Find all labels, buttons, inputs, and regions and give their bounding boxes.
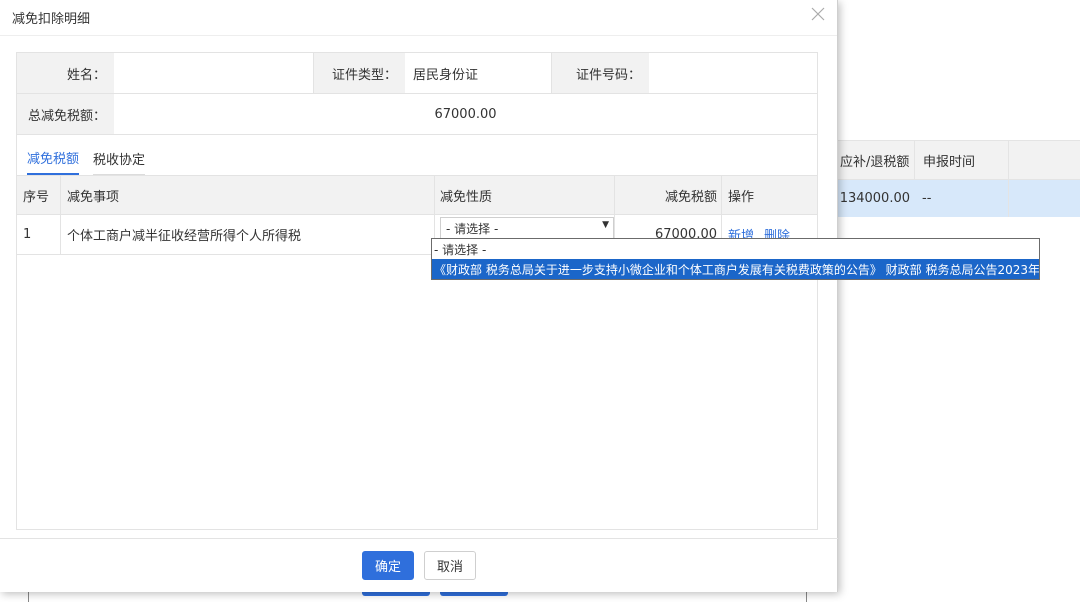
taxpayer-info-row: 姓名： 证件类型： 居民身份证 证件号码：: [17, 53, 817, 94]
dropdown-option-placeholder[interactable]: - 请选择 -: [432, 239, 1039, 259]
tab-exemption-amount[interactable]: 减免税额: [27, 148, 80, 175]
tab-bar: 减免税额 税收协定: [17, 135, 817, 175]
id-no-value: [649, 53, 817, 93]
modal-content: 姓名： 证件类型： 居民身份证 证件号码： 总减免税额： 67000.00 减免…: [16, 52, 818, 530]
cancel-button[interactable]: 取消: [424, 551, 476, 580]
header-op: 操作: [721, 176, 817, 214]
background-table: 应补/退税额 申报时间 134000.00 --: [820, 140, 1080, 217]
header-amount: 减免税额: [614, 176, 721, 214]
exemption-type-select[interactable]: - 请选择 - ▼: [440, 217, 614, 239]
row-no: 1: [23, 227, 32, 242]
id-no-label: 证件号码：: [551, 53, 649, 93]
modal-title: 减免扣除明细: [12, 12, 91, 27]
chevron-down-icon: ▼: [602, 220, 609, 230]
total-info-row: 总减免税额： 67000.00: [17, 94, 817, 135]
header-no: 序号: [23, 189, 50, 205]
select-value: - 请选择 -: [446, 221, 499, 236]
dropdown-option-policy[interactable]: 《财政部 税务总局关于进一步支持小微企业和个体工商户发展有关税费政策的公告》 财…: [432, 259, 1039, 279]
background-cell-date: --: [922, 191, 932, 206]
close-icon-glyph: [811, 7, 825, 21]
total-label: 总减免税额：: [17, 94, 114, 134]
header-item: 减免事项: [60, 176, 434, 214]
background-table-header: 应补/退税额 申报时间: [820, 140, 1080, 180]
modal-footer: 确定 取消: [0, 538, 838, 592]
name-label: 姓名：: [17, 53, 114, 93]
modal-header: 减免扣除明细: [0, 0, 837, 36]
row-item: 个体工商户减半征收经营所得个人所得税: [60, 215, 434, 254]
name-value: [114, 53, 313, 93]
exemption-type-dropdown: - 请选择 - 《财政部 税务总局关于进一步支持小微企业和个体工商户发展有关税费…: [431, 238, 1040, 280]
total-value: 67000.00: [434, 106, 497, 122]
tab-tax-treaty[interactable]: 税收协定: [93, 149, 146, 175]
close-icon[interactable]: [811, 6, 825, 26]
background-cell-empty: [1008, 180, 1080, 217]
background-header-empty: [1008, 141, 1080, 179]
confirm-button[interactable]: 确定: [362, 551, 414, 580]
deduction-detail-modal: 减免扣除明细 姓名： 证件类型： 居民身份证 证件号码： 总减免税额： 6700…: [0, 0, 838, 592]
background-header-date: 申报时间: [914, 141, 1008, 179]
grid-header: 序号 减免事项 减免性质 减免税额 操作: [17, 175, 817, 215]
id-type-label: 证件类型：: [313, 53, 405, 93]
header-type: 减免性质: [434, 176, 614, 214]
id-type-value: 居民身份证: [413, 67, 479, 83]
background-table-row[interactable]: 134000.00 --: [820, 180, 1080, 217]
